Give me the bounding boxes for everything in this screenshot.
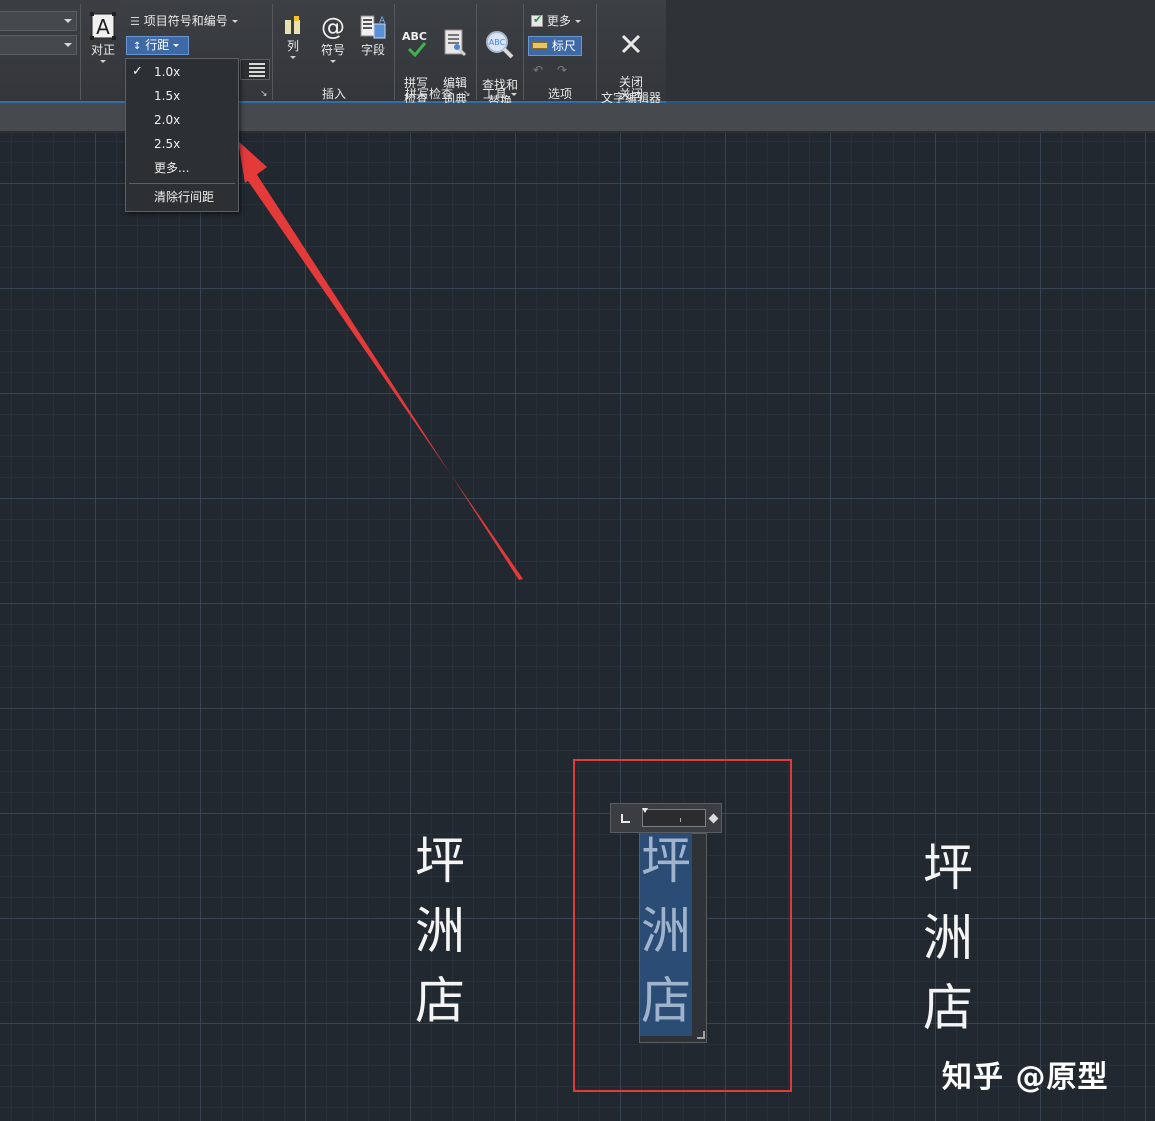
chevron-down-icon — [173, 44, 180, 47]
chevron-down-icon — [231, 20, 238, 23]
dictionary-icon — [444, 29, 467, 57]
menu-item-clear-spacing[interactable]: 清除行间距 — [126, 185, 238, 209]
svg-text:A: A — [379, 16, 386, 26]
justify-icon: A — [90, 12, 116, 40]
undo-icon[interactable]: ↶ — [533, 63, 543, 77]
ribbon: A 对正 ☰ 项目符号和编号 ↕ 行距 ↘ 列 @ 符号 A 字段 插入 ABC… — [0, 0, 666, 108]
checkbox-icon: ✔ — [531, 13, 543, 27]
text-style-combo[interactable] — [0, 11, 77, 31]
menu-item-more[interactable]: 更多... — [126, 156, 238, 180]
panel-separator — [476, 4, 477, 100]
chevron-down-icon — [64, 43, 72, 47]
menu-item-label: 1.5x — [154, 89, 181, 103]
justify-button[interactable]: A 对正 — [88, 12, 118, 63]
panel-separator — [596, 4, 597, 100]
menu-divider — [129, 183, 235, 184]
bullets-label: 项目符号和编号 — [143, 14, 228, 28]
paragraph-tools[interactable] — [240, 59, 270, 80]
insert-panel-title: 插入 — [321, 87, 346, 101]
at-symbol-icon: @ — [321, 13, 345, 41]
panel-launcher-icon[interactable]: ↘ — [463, 89, 471, 99]
menu-item-label: 1.0x — [154, 65, 181, 79]
text-char: 坪 — [415, 832, 465, 890]
panel-separator — [80, 4, 81, 100]
symbol-label: 符号 — [320, 43, 345, 57]
field-button[interactable]: A 字段 — [358, 14, 388, 58]
line-spacing-menu: ✓ 1.0x 1.5x 2.0x 2.5x 更多... 清除行间距 — [125, 58, 239, 212]
panel-separator — [523, 4, 524, 100]
line-spacing-button[interactable]: ↕ 行距 — [126, 36, 189, 55]
field-label: 字段 — [360, 43, 385, 57]
check-icon — [407, 42, 427, 57]
chevron-down-icon — [574, 20, 581, 23]
close-icon — [621, 34, 641, 54]
text-height-combo[interactable] — [0, 35, 77, 55]
menu-item-1-0x[interactable]: ✓ 1.0x — [126, 60, 238, 84]
chevron-down-icon — [511, 93, 517, 96]
more-label: 更多 — [546, 14, 571, 28]
paragraph-icon — [249, 63, 265, 77]
bullets-button[interactable]: ☰ 项目符号和编号 — [130, 13, 238, 30]
spellcheck-icon: ABC — [401, 29, 431, 57]
tools-panel-title[interactable]: 工具 — [478, 86, 522, 102]
chevron-down-icon — [290, 56, 296, 59]
watermark: 知乎 @原型 — [942, 1060, 1109, 1095]
ruler-toggle-button[interactable]: 标尺 — [528, 36, 582, 56]
line-spacing-icon: ↕ — [133, 41, 142, 52]
title-strip — [0, 0, 120, 8]
menu-item-label: 2.0x — [154, 113, 181, 127]
justify-label: 对正 — [90, 43, 115, 57]
text-char: 坪 — [923, 839, 973, 897]
text-char: 店 — [923, 979, 973, 1037]
redo-icon[interactable]: ↷ — [557, 63, 567, 77]
magnifier-icon: ABC — [486, 31, 514, 59]
more-options-button[interactable]: ✔ 更多 — [531, 13, 581, 29]
spellcheck-panel-title: 拼写检查 — [404, 87, 453, 101]
panel-separator — [394, 4, 395, 100]
menu-item-label: 清除行间距 — [154, 190, 215, 204]
vertical-text-left[interactable]: 坪 洲 店 — [410, 826, 470, 1036]
check-icon: ✓ — [132, 64, 143, 79]
columns-icon — [285, 16, 300, 34]
text-char: 店 — [415, 972, 465, 1030]
vertical-text-right[interactable]: 坪 洲 店 — [918, 833, 978, 1043]
svg-text:ABC: ABC — [489, 38, 506, 47]
menu-item-2-5x[interactable]: 2.5x — [126, 132, 238, 156]
menu-item-label: 2.5x — [154, 137, 181, 151]
chevron-down-icon — [100, 60, 106, 63]
ruler-label: 标尺 — [551, 39, 576, 53]
chevron-down-icon — [64, 19, 72, 23]
ribbon-empty-area — [666, 0, 1155, 103]
text-char: 洲 — [923, 909, 973, 967]
options-panel-title: 选项 — [547, 87, 572, 101]
annotation-highlight-box — [573, 759, 792, 1092]
symbol-button[interactable]: @ 符号 — [318, 14, 348, 63]
panel-separator — [272, 4, 273, 100]
list-icon: ☰ — [130, 15, 140, 28]
svg-text:A: A — [96, 15, 110, 39]
ruler-icon — [532, 42, 548, 49]
line-spacing-label: 行距 — [145, 38, 170, 52]
menu-item-2-0x[interactable]: 2.0x — [126, 108, 238, 132]
tools-panel-label: 工具 — [482, 87, 507, 101]
text-char: 洲 — [415, 902, 465, 960]
close-panel-title: 关闭 — [618, 87, 643, 101]
chevron-down-icon — [330, 60, 336, 63]
column-button[interactable]: 列 — [281, 16, 305, 59]
menu-item-1-5x[interactable]: 1.5x — [126, 84, 238, 108]
column-label: 列 — [286, 39, 299, 53]
field-icon: A — [360, 15, 386, 39]
panel-launcher-icon[interactable]: ↘ — [260, 89, 268, 99]
menu-item-label: 更多... — [154, 161, 190, 175]
